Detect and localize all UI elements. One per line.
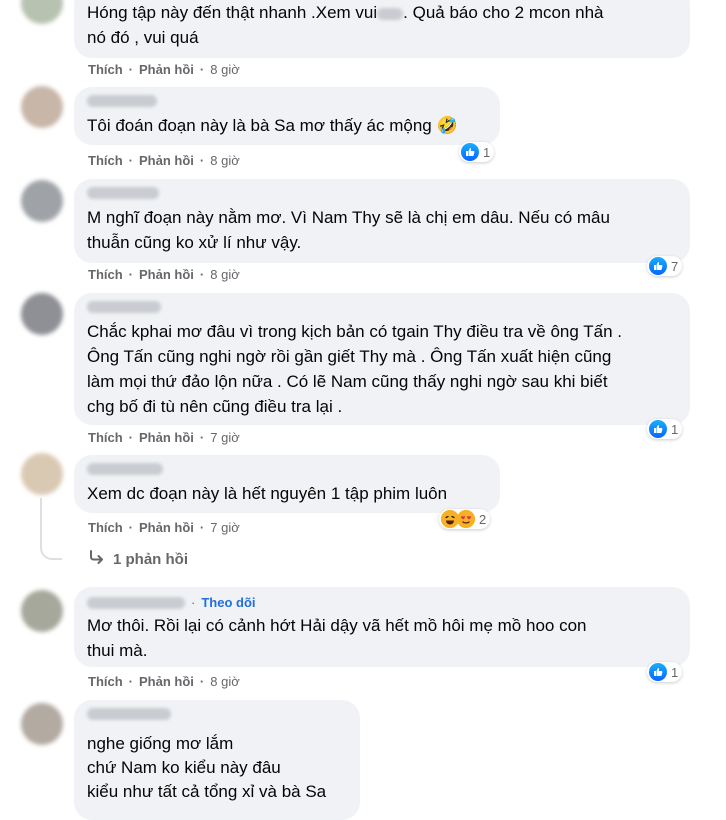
separator: ·	[199, 267, 205, 282]
comment-text: Xem dc đoạn này là hết nguyên 1 tập phim…	[87, 484, 448, 503]
reaction-count: 1	[671, 664, 679, 680]
like-button[interactable]: Thích	[88, 62, 123, 77]
separator: ·	[199, 674, 205, 689]
like-button[interactable]: Thích	[88, 153, 123, 168]
comment-bubble: Chắc kphai mơ đâu vì trong kịch bản có t…	[74, 293, 690, 425]
separator: ·	[199, 430, 205, 445]
comment-bubble: · Theo dõi Mơ thôi. Rồi lại có cảnh hớt …	[74, 587, 690, 667]
blurred-text	[377, 7, 404, 20]
like-button[interactable]: Thích	[88, 520, 123, 535]
comment-actions: Thích · Phản hồi · 8 giờ	[88, 267, 240, 282]
avatar[interactable]	[21, 590, 63, 632]
reaction-count: 1	[671, 421, 679, 437]
comment-bubble: M nghĩ đoạn này nằm mơ. Vì Nam Thy sẽ là…	[74, 179, 690, 263]
reply-button[interactable]: Phản hồi	[139, 430, 194, 445]
replies-count-label: 1 phản hồi	[113, 550, 188, 568]
reaction-summary[interactable]: 2	[439, 509, 491, 529]
comment-actions: Thích · Phản hồi · 8 giờ	[88, 62, 240, 77]
comment-actions: Thích · Phản hồi · 7 giờ	[88, 520, 240, 535]
comment-time[interactable]: 8 giờ	[210, 267, 240, 282]
comment-text: Tôi đoán đoạn này là bà Sa mơ thấy ác mộ…	[87, 116, 458, 135]
avatar[interactable]	[21, 0, 63, 24]
comment-text: Mơ thôi. Rồi lại có cảnh hớt Hải dậy vã …	[87, 616, 587, 660]
author-name[interactable]	[87, 596, 185, 609]
reply-button[interactable]: Phản hồi	[139, 267, 194, 282]
reaction-summary[interactable]: 1	[647, 419, 683, 439]
comment-text: Hóng tập này đến thật nhanh .Xem vui	[87, 3, 378, 22]
comment-time[interactable]: 8 giờ	[210, 153, 240, 168]
comment-actions: Thích · Phản hồi · 7 giờ	[88, 430, 240, 445]
avatar[interactable]	[21, 86, 63, 128]
reaction-summary[interactable]: 1	[647, 662, 683, 682]
comment-time[interactable]: 7 giờ	[210, 430, 240, 445]
avatar[interactable]	[21, 293, 63, 335]
separator: ·	[199, 520, 205, 535]
author-name[interactable]	[87, 95, 157, 107]
like-icon	[649, 257, 667, 275]
comment-time[interactable]: 7 giờ	[210, 520, 240, 535]
reply-button[interactable]: Phản hồi	[139, 62, 194, 77]
separator: ·	[128, 267, 134, 282]
comment-time[interactable]: 8 giờ	[210, 62, 240, 77]
follow-button[interactable]: Theo dõi	[201, 595, 255, 610]
comment-text: M nghĩ đoạn này nằm mơ. Vì Nam Thy sẽ là…	[87, 208, 610, 252]
like-button[interactable]: Thích	[88, 674, 123, 689]
reply-button[interactable]: Phản hồi	[139, 153, 194, 168]
author-name[interactable]	[87, 708, 171, 720]
comment-actions: Thích · Phản hồi · 8 giờ	[88, 153, 240, 168]
thread-line-curve	[40, 548, 62, 560]
like-icon	[461, 143, 479, 161]
comment-bubble: Xem dc đoạn này là hết nguyên 1 tập phim…	[74, 455, 500, 513]
like-icon	[649, 420, 667, 438]
separator: ·	[128, 430, 134, 445]
reply-arrow-icon	[89, 550, 105, 568]
author-name[interactable]	[87, 301, 161, 313]
separator: ·	[199, 62, 205, 77]
comment-text: Chắc kphai mơ đâu vì trong kịch bản có t…	[87, 322, 622, 416]
thread-line	[40, 498, 42, 548]
comment-header: · Theo dõi	[87, 595, 677, 610]
reply-button[interactable]: Phản hồi	[139, 520, 194, 535]
view-replies-link[interactable]: 1 phản hồi	[89, 550, 188, 568]
author-name[interactable]	[87, 187, 159, 199]
separator: ·	[199, 153, 205, 168]
reaction-count: 7	[671, 258, 679, 274]
avatar[interactable]	[21, 703, 63, 745]
separator: ·	[128, 62, 134, 77]
avatar[interactable]	[21, 180, 63, 222]
separator: ·	[191, 595, 196, 610]
comment-actions: Thích · Phản hồi · 8 giờ	[88, 674, 240, 689]
reply-button[interactable]: Phản hồi	[139, 674, 194, 689]
reaction-summary[interactable]: 1	[459, 142, 495, 162]
comment-time[interactable]: 8 giờ	[210, 674, 240, 689]
reaction-count: 1	[483, 144, 491, 160]
love-face-icon	[457, 510, 475, 528]
comment-bubble: Tôi đoán đoạn này là bà Sa mơ thấy ác mộ…	[74, 87, 500, 145]
separator: ·	[128, 153, 134, 168]
avatar[interactable]	[21, 453, 63, 495]
reaction-summary[interactable]: 7	[647, 256, 683, 276]
comment-text: nghe giống mơ lắm chứ Nam ko kiểu này đâ…	[87, 734, 327, 801]
like-button[interactable]: Thích	[88, 430, 123, 445]
separator: ·	[128, 520, 134, 535]
author-name[interactable]	[87, 463, 163, 475]
comment-bubble: nghe giống mơ lắm chứ Nam ko kiểu này đâ…	[74, 700, 360, 820]
comment-bubble: Hóng tập này đến thật nhanh .Xem vui. Qu…	[74, 0, 690, 58]
reaction-count: 2	[479, 511, 487, 527]
like-button[interactable]: Thích	[88, 267, 123, 282]
separator: ·	[128, 674, 134, 689]
like-icon	[649, 663, 667, 681]
